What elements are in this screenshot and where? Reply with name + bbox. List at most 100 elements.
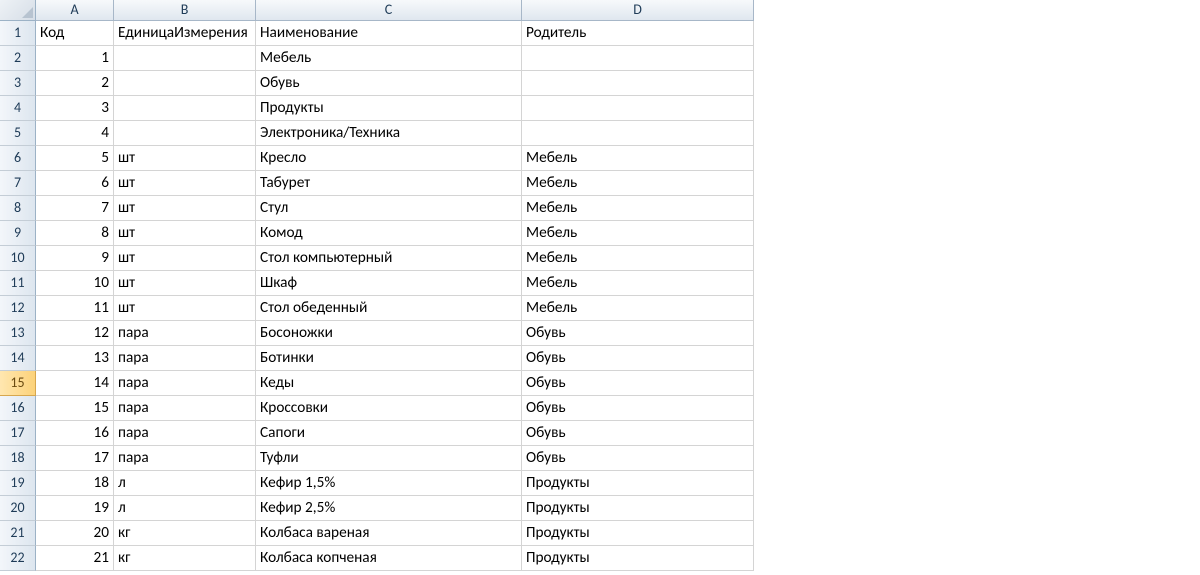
cell[interactable] (114, 71, 256, 96)
cell[interactable]: Код (36, 21, 114, 46)
cell[interactable] (522, 46, 754, 71)
row-header[interactable]: 1 (0, 21, 36, 46)
cell[interactable]: Кефир 1,5% (256, 471, 522, 496)
cell[interactable]: 1 (36, 46, 114, 71)
row-header[interactable]: 22 (0, 546, 36, 571)
cell[interactable]: пара (114, 421, 256, 446)
cell[interactable]: 15 (36, 396, 114, 421)
cell[interactable]: 11 (36, 296, 114, 321)
row-header[interactable]: 19 (0, 471, 36, 496)
cell[interactable]: 17 (36, 446, 114, 471)
row-header[interactable]: 6 (0, 146, 36, 171)
cell[interactable]: шт (114, 171, 256, 196)
cell[interactable]: 19 (36, 496, 114, 521)
cell[interactable]: Туфли (256, 446, 522, 471)
cell[interactable]: Мебель (522, 271, 754, 296)
cell[interactable] (114, 121, 256, 146)
cell[interactable]: 5 (36, 146, 114, 171)
cell[interactable]: шт (114, 196, 256, 221)
row-header[interactable]: 13 (0, 321, 36, 346)
row-header[interactable]: 18 (0, 446, 36, 471)
cell[interactable]: Продукты (522, 471, 754, 496)
cell[interactable]: Колбаса вареная (256, 521, 522, 546)
cell[interactable] (522, 96, 754, 121)
column-header-D[interactable]: D (522, 0, 754, 21)
cell[interactable]: 14 (36, 371, 114, 396)
cell[interactable]: Шкаф (256, 271, 522, 296)
row-header[interactable]: 10 (0, 246, 36, 271)
row-header[interactable]: 5 (0, 121, 36, 146)
cell[interactable]: шт (114, 221, 256, 246)
cell[interactable]: Продукты (256, 96, 522, 121)
cell[interactable]: 20 (36, 521, 114, 546)
cell[interactable]: Обувь (522, 446, 754, 471)
column-header-C[interactable]: C (256, 0, 522, 21)
cell[interactable]: л (114, 471, 256, 496)
cell[interactable]: Кеды (256, 371, 522, 396)
cell[interactable]: Мебель (522, 171, 754, 196)
row-header[interactable]: 14 (0, 346, 36, 371)
cell[interactable]: 8 (36, 221, 114, 246)
cell[interactable]: Табурет (256, 171, 522, 196)
cell[interactable]: л (114, 496, 256, 521)
cell[interactable]: 21 (36, 546, 114, 571)
cell[interactable]: ЕдиницаИзмерения (114, 21, 256, 46)
cell[interactable]: 10 (36, 271, 114, 296)
cell[interactable]: Мебель (522, 221, 754, 246)
cell[interactable]: Стул (256, 196, 522, 221)
cell[interactable]: Стол компьютерный (256, 246, 522, 271)
cell[interactable]: Родитель (522, 21, 754, 46)
cell[interactable]: Босоножки (256, 321, 522, 346)
cell[interactable]: Мебель (522, 146, 754, 171)
cell[interactable]: 16 (36, 421, 114, 446)
cell[interactable]: 7 (36, 196, 114, 221)
cell[interactable]: Мебель (522, 196, 754, 221)
cell[interactable]: Колбаса копченая (256, 546, 522, 571)
cell[interactable]: пара (114, 371, 256, 396)
cell[interactable]: Обувь (522, 346, 754, 371)
cell[interactable]: кг (114, 521, 256, 546)
cell[interactable]: Продукты (522, 546, 754, 571)
cell[interactable]: Электроника/Техника (256, 121, 522, 146)
cell[interactable]: 6 (36, 171, 114, 196)
row-header[interactable]: 15 (0, 371, 36, 396)
cell[interactable]: пара (114, 346, 256, 371)
cell[interactable]: Продукты (522, 521, 754, 546)
row-header[interactable]: 16 (0, 396, 36, 421)
cell[interactable]: Обувь (522, 396, 754, 421)
row-header[interactable]: 12 (0, 296, 36, 321)
cell[interactable]: шт (114, 246, 256, 271)
cell[interactable]: Стол обеденный (256, 296, 522, 321)
cell[interactable]: Ботинки (256, 346, 522, 371)
cell[interactable]: Комод (256, 221, 522, 246)
column-header-A[interactable]: A (36, 0, 114, 21)
cell[interactable]: Обувь (522, 321, 754, 346)
row-header[interactable]: 9 (0, 221, 36, 246)
cell[interactable]: пара (114, 396, 256, 421)
cell[interactable]: Мебель (522, 296, 754, 321)
cell[interactable]: кг (114, 546, 256, 571)
cell[interactable]: 2 (36, 71, 114, 96)
cell[interactable] (522, 71, 754, 96)
cell[interactable]: шт (114, 271, 256, 296)
cell[interactable]: Сапоги (256, 421, 522, 446)
cell[interactable]: 12 (36, 321, 114, 346)
cell[interactable]: пара (114, 446, 256, 471)
cell[interactable]: Обувь (522, 371, 754, 396)
row-header[interactable]: 7 (0, 171, 36, 196)
cell[interactable]: 13 (36, 346, 114, 371)
select-all-corner[interactable] (0, 0, 36, 21)
cell[interactable]: 18 (36, 471, 114, 496)
cell[interactable] (114, 96, 256, 121)
cell[interactable]: Обувь (522, 421, 754, 446)
row-header[interactable]: 21 (0, 521, 36, 546)
row-header[interactable]: 3 (0, 71, 36, 96)
row-header[interactable]: 8 (0, 196, 36, 221)
cell[interactable]: 3 (36, 96, 114, 121)
cell[interactable]: Продукты (522, 496, 754, 521)
cell[interactable]: шт (114, 296, 256, 321)
column-header-B[interactable]: B (114, 0, 256, 21)
cell[interactable]: Мебель (522, 246, 754, 271)
cell[interactable]: шт (114, 146, 256, 171)
row-header[interactable]: 11 (0, 271, 36, 296)
